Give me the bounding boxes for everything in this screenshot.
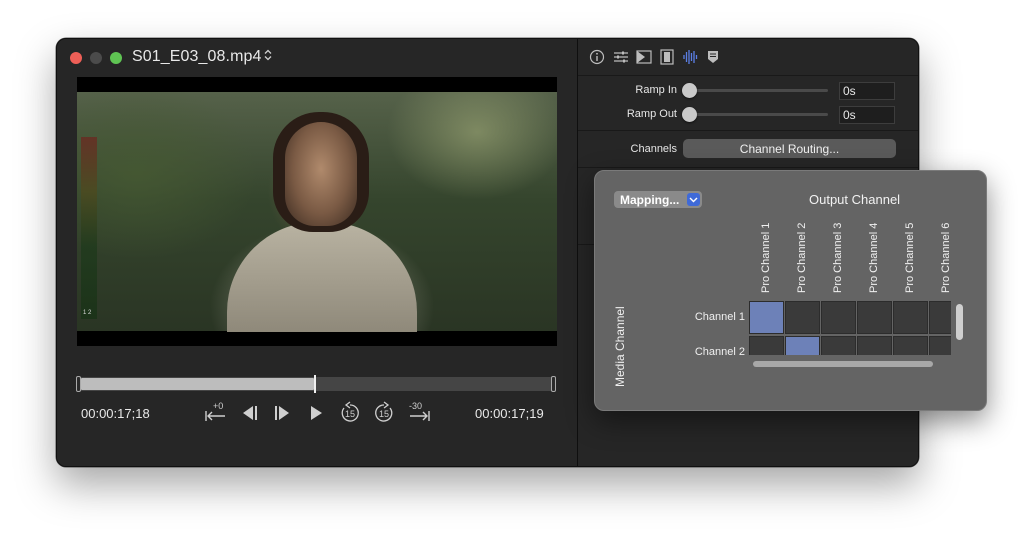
routing-cell[interactable]: [929, 336, 951, 355]
video-subject-robe: [227, 222, 417, 332]
play-icon: [311, 406, 322, 420]
close-button[interactable]: [70, 52, 82, 64]
titlebar: S01_E03_08.mp4: [57, 39, 577, 75]
video-viewer[interactable]: 1 2: [77, 77, 557, 346]
routing-cell[interactable]: [749, 301, 784, 334]
jump-back-30-button[interactable]: -30: [405, 399, 433, 427]
routing-cell[interactable]: [785, 336, 820, 355]
mapping-button-label: Mapping...: [620, 192, 680, 207]
channel-routing-button[interactable]: Channel Routing...: [683, 139, 896, 158]
marker-icon[interactable]: [705, 49, 721, 65]
routing-cell[interactable]: [857, 301, 892, 334]
routing-cell[interactable]: [785, 301, 820, 334]
player-pane: S01_E03_08.mp4 1 2 00:00:17;18 00:00:17;…: [57, 39, 577, 466]
out-point-handle[interactable]: [551, 376, 556, 392]
video-subject-face: [285, 122, 357, 226]
output-channel-header: Pro Channel 1: [760, 222, 772, 293]
window-title[interactable]: S01_E03_08.mp4: [132, 48, 262, 66]
timeline-scrubber[interactable]: [76, 375, 556, 393]
routing-cell[interactable]: [929, 301, 951, 334]
end-timecode: 00:00:17;19: [475, 406, 544, 421]
skip-forward-15-label: 15: [379, 409, 390, 419]
jump-back-30-label: -30: [409, 401, 423, 411]
play-button[interactable]: [302, 399, 330, 427]
step-forward-icon: [275, 406, 289, 420]
media-channel-label: Channel 1: [694, 311, 745, 323]
audio-level-meter: [81, 137, 97, 319]
film-icon[interactable]: [659, 49, 675, 65]
channel-routing-popover: Mapping... Output Channel Pro Channel 1 …: [594, 170, 987, 411]
ramp-in-slider-knob[interactable]: [682, 83, 697, 98]
routing-cell[interactable]: [857, 336, 892, 355]
output-channel-header: Pro Channel 3: [832, 222, 844, 293]
routing-cell[interactable]: [893, 301, 928, 334]
video-frame: 1 2: [77, 92, 557, 332]
ramp-out-slider[interactable]: [692, 113, 828, 116]
timeline-progress: [81, 378, 314, 390]
routing-cell[interactable]: [821, 336, 856, 355]
nudge-forward-button[interactable]: +0: [202, 399, 230, 427]
output-channel-title: Output Channel: [809, 192, 901, 207]
media-channel-label: Channel 2: [694, 346, 745, 358]
ramp-in-row: Ramp In 0s: [578, 81, 918, 101]
next-frame-button[interactable]: [269, 399, 297, 427]
skip-forward-15-button[interactable]: 15: [370, 399, 398, 427]
audio-waveform-icon[interactable]: [682, 49, 698, 65]
channels-label: Channels: [630, 143, 677, 155]
playhead[interactable]: [313, 375, 316, 393]
ramp-out-row: Ramp Out 0s: [578, 105, 918, 125]
adjustments-icon[interactable]: [613, 49, 629, 65]
vertical-scrollbar[interactable]: [956, 304, 963, 340]
routing-matrix: [749, 299, 951, 355]
ramp-out-field[interactable]: 0s: [839, 106, 895, 124]
skip-back-15-label: 15: [345, 409, 356, 419]
output-channel-header: Pro Channel 4: [868, 222, 880, 293]
mapping-popup-button[interactable]: Mapping...: [614, 191, 702, 208]
transition-icon[interactable]: [636, 49, 652, 65]
routing-cell[interactable]: [821, 301, 856, 334]
chevron-updown-icon[interactable]: [264, 49, 272, 62]
info-icon[interactable]: [589, 49, 605, 65]
divider: [578, 167, 918, 168]
ramp-out-slider-knob[interactable]: [682, 107, 697, 122]
routing-cell[interactable]: [749, 336, 784, 355]
ramp-out-label: Ramp Out: [626, 108, 677, 120]
minimize-button[interactable]: [90, 52, 102, 64]
inspector-toolbar: [578, 39, 918, 76]
ramp-in-field[interactable]: 0s: [839, 82, 895, 100]
current-timecode: 00:00:17;18: [81, 406, 150, 421]
chevron-down-icon: [687, 193, 700, 206]
previous-frame-button[interactable]: [235, 399, 263, 427]
step-back-icon: [243, 406, 257, 420]
audio-meter-channel-labels: 1 2: [83, 310, 92, 316]
routing-cell[interactable]: [893, 336, 928, 355]
zoom-button[interactable]: [110, 52, 122, 64]
output-channel-header: Pro Channel 6: [940, 222, 952, 293]
output-channel-header: Pro Channel 2: [796, 222, 808, 293]
output-channel-header: Pro Channel 5: [904, 222, 916, 293]
nudge-value-label: +0: [213, 401, 224, 411]
skip-back-15-button[interactable]: 15: [336, 399, 364, 427]
divider: [578, 130, 918, 131]
in-point-handle[interactable]: [76, 376, 81, 392]
ramp-in-label: Ramp In: [635, 84, 677, 96]
media-channel-title: Media Channel: [613, 306, 627, 387]
horizontal-scrollbar[interactable]: [753, 361, 933, 367]
ramp-in-slider[interactable]: [692, 89, 828, 92]
